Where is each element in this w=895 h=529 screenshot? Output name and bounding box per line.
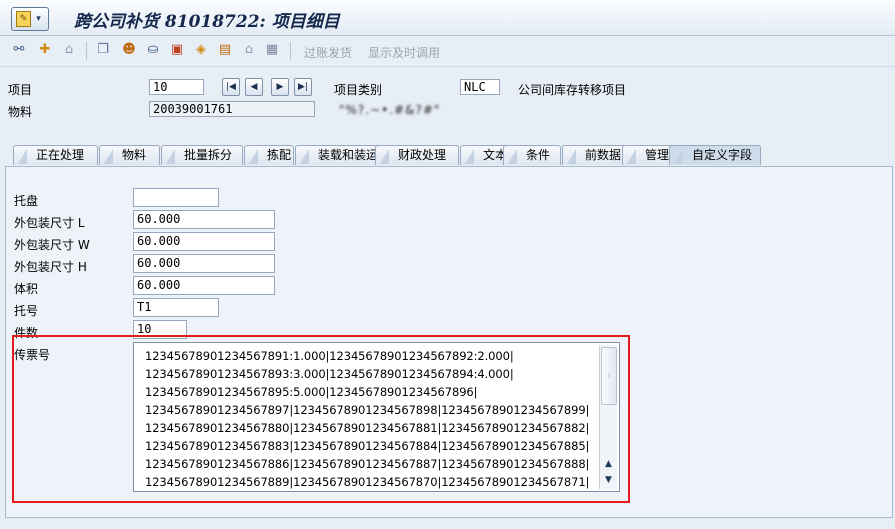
system-menu-icon[interactable]: ✎ ▾ <box>11 7 49 31</box>
copy-icon[interactable]: ❐ <box>94 41 112 59</box>
new-item-icon[interactable]: ✚ <box>36 41 54 59</box>
grid-icon[interactable]: ▦ <box>263 41 281 59</box>
tab-financial-processing[interactable]: 财政处理 <box>375 145 459 165</box>
people-icon[interactable]: ☻ <box>120 41 138 59</box>
toolbar-separator <box>86 42 87 60</box>
chart-icon[interactable]: ▤ <box>216 41 234 59</box>
volume-field[interactable]: 60.000 <box>133 276 275 295</box>
window-title: 跨公司补货 81018722: 项目细目 <box>74 12 340 32</box>
length-label: 外包装尺寸 L <box>14 216 85 230</box>
tab-custom-fields[interactable]: 自定义字段 <box>669 145 761 165</box>
item-label: 项目 <box>8 83 33 97</box>
truck-icon[interactable]: ▣ <box>168 41 186 59</box>
material-field[interactable]: 20039001761 <box>149 101 315 117</box>
sap-logo-icon: ✎ <box>16 11 31 27</box>
height-field[interactable]: 60.000 <box>133 254 275 273</box>
width-field[interactable]: 60.000 <box>133 232 275 251</box>
display-timely-button[interactable]: 显示及时调用 <box>368 44 440 61</box>
highlight-box <box>12 335 630 503</box>
tab-processing[interactable]: 正在处理 <box>13 145 98 165</box>
last-item-button[interactable]: ▶| <box>294 78 312 96</box>
item-category-field[interactable]: NLC <box>460 79 500 95</box>
glasses-icon[interactable]: ⚯ <box>10 41 28 59</box>
hat-icon[interactable]: ⛀ <box>144 41 162 59</box>
dropdown-arrow-icon: ▾ <box>36 14 41 24</box>
item-category-label: 项目类别 <box>334 83 383 97</box>
volume-label: 体积 <box>14 282 39 296</box>
tab-conditions[interactable]: 条件 <box>503 145 561 165</box>
height-label: 外包装尺寸 H <box>14 260 87 274</box>
item-category-text: 公司间库存转移项目 <box>518 83 627 97</box>
tab-batch-split[interactable]: 批量拆分 <box>161 145 243 165</box>
title-bar: ✎ ▾ 跨公司补货 81018722: 项目细目 <box>0 0 895 36</box>
house-icon[interactable]: ⌂ <box>240 41 258 59</box>
post-goods-issue-button[interactable]: 过账发货 <box>304 44 352 61</box>
tab-picking[interactable]: 拣配 <box>244 145 294 165</box>
material-description: "%?.~•.#&?#" <box>339 103 441 117</box>
pallet-no-field[interactable]: T1 <box>133 298 219 317</box>
next-item-button[interactable]: ▶ <box>271 78 289 96</box>
tab-strip: 正在处理 物料 批量拆分 拣配 装载和装运 财政处理 文本 条件 前数据 管理 … <box>13 145 893 165</box>
pallet-no-label: 托号 <box>14 304 39 318</box>
box-icon[interactable]: ◈ <box>192 41 210 59</box>
previous-item-button[interactable]: ◀ <box>245 78 263 96</box>
tab-material[interactable]: 物料 <box>99 145 160 165</box>
toolbar-separator <box>290 42 291 60</box>
pallet-field[interactable] <box>133 188 219 207</box>
first-item-button[interactable]: |◀ <box>222 78 240 96</box>
item-field[interactable]: 10 <box>149 79 204 95</box>
application-toolbar: ⚯ ✚ ⌂ ❐ ☻ ⛀ ▣ ◈ ▤ ⌂ ▦ 过账发货 显示及时调用 <box>0 36 895 67</box>
width-label: 外包装尺寸 W <box>14 238 90 252</box>
pallet-label: 托盘 <box>14 194 39 208</box>
length-field[interactable]: 60.000 <box>133 210 275 229</box>
material-label: 物料 <box>8 105 33 119</box>
trash-icon[interactable]: ⌂ <box>60 41 78 59</box>
